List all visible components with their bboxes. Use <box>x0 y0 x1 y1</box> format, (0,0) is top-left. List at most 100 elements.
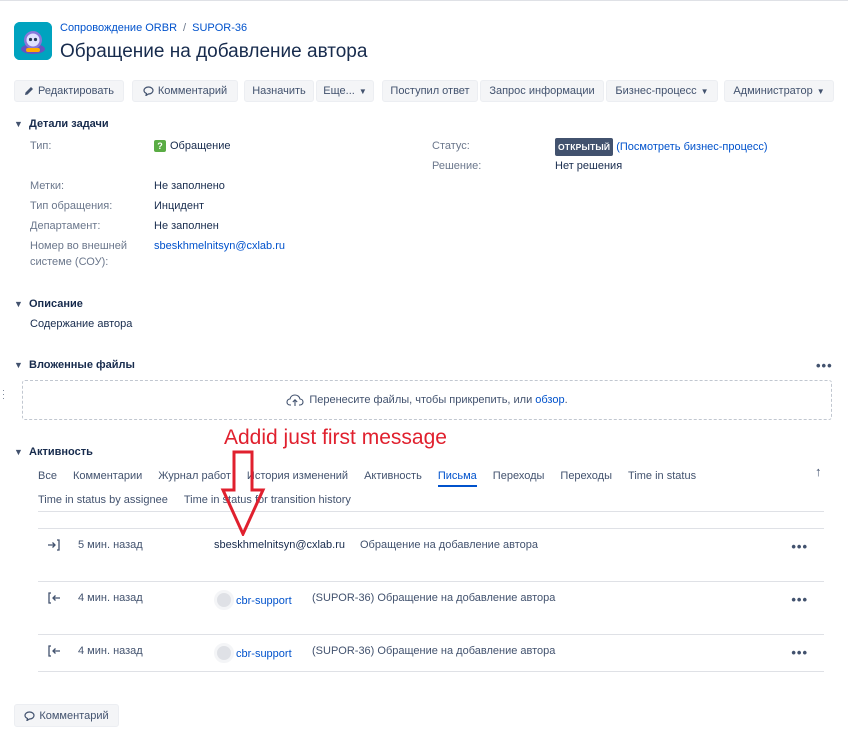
chevron-down-icon: ▼ <box>14 119 23 129</box>
email-more-button[interactable]: ••• <box>791 539 808 554</box>
labels-label: Метки: <box>30 180 65 192</box>
top-border <box>0 0 848 4</box>
activity-heading: Активность <box>29 446 93 458</box>
attachments-section-toggle[interactable]: ▼ Вложенные файлы <box>14 359 135 371</box>
activity-tabs: Все Комментарии Журнал работ История изм… <box>38 467 712 487</box>
attachments-more-button[interactable]: ••• <box>816 358 833 373</box>
tab-all[interactable]: Все <box>38 467 57 487</box>
email-time: 4 мин. назад <box>78 592 143 604</box>
description-section-toggle[interactable]: ▼ Описание <box>14 298 83 310</box>
edit-button[interactable]: Редактировать <box>14 80 124 102</box>
annotation-text: Addid just first message <box>224 426 447 449</box>
tab-time-in-status[interactable]: Time in status <box>628 467 696 487</box>
answer-received-button[interactable]: Поступил ответ <box>382 80 478 102</box>
email-row[interactable]: 5 мин. назад sbeskhmelnitsyn@cxlab.ru Об… <box>38 528 824 568</box>
description-text[interactable]: Содержание автора <box>30 316 132 332</box>
chevron-down-icon: ▼ <box>358 86 367 96</box>
answer-received-label: Поступил ответ <box>390 85 470 97</box>
status-value: ОТКРЫТЫЙ (Посмотреть бизнес-процесс) <box>555 138 768 156</box>
request-type-label: Тип обращения: <box>30 200 113 212</box>
tab-transitions-2[interactable]: Переходы <box>560 467 612 487</box>
email-more-button[interactable]: ••• <box>791 645 808 660</box>
status-label: Статус: <box>432 140 470 152</box>
tab-emails[interactable]: Письма <box>437 467 477 487</box>
attachments-heading: Вложенные файлы <box>29 359 135 371</box>
email-subject[interactable]: Обращение на добавление автора <box>360 539 538 551</box>
department-label: Департамент: <box>30 220 101 232</box>
bottom-comment-button[interactable]: Комментарий <box>14 704 119 727</box>
email-from: cbr-support <box>214 639 292 663</box>
comment-icon <box>143 86 154 96</box>
email-row[interactable]: 4 мин. назад cbr-support (SUPOR-36) Обра… <box>38 581 824 634</box>
email-subject[interactable]: (SUPOR-36) Обращение на добавление автор… <box>312 645 555 657</box>
comment-icon <box>24 710 35 721</box>
question-icon: ? <box>154 140 166 152</box>
info-request-label: Запрос информации <box>489 85 595 97</box>
breadcrumb-issue-link[interactable]: SUPOR-36 <box>192 22 247 34</box>
avatar <box>214 643 234 663</box>
type-label: Тип: <box>30 140 52 152</box>
chevron-down-icon: ▼ <box>14 447 23 457</box>
request-type-value: Инцидент <box>154 200 205 212</box>
chevron-down-icon: ▼ <box>14 299 23 309</box>
breadcrumb: Сопровождение ORBR / SUPOR-36 <box>60 22 247 34</box>
tab-comments[interactable]: Комментарии <box>73 467 142 487</box>
issue-header: Сопровождение ORBR / SUPOR-36 Обращение … <box>14 20 834 66</box>
activity-section-toggle[interactable]: ▼ Активность <box>14 446 93 458</box>
email-more-button[interactable]: ••• <box>791 592 808 607</box>
sort-arrow-up-icon[interactable]: ↑ <box>815 464 822 479</box>
description-heading: Описание <box>29 298 83 310</box>
browse-link[interactable]: обзор <box>535 394 564 406</box>
incoming-mail-icon <box>48 539 60 551</box>
tab-transitions-1[interactable]: Переходы <box>493 467 545 487</box>
assign-button[interactable]: Назначить <box>244 80 314 102</box>
annotation-arrow-icon <box>220 450 266 536</box>
more-dropdown-label: Еще... <box>323 85 355 97</box>
resolution-value: Нет решения <box>555 160 623 172</box>
tab-time-in-status-by-assignee[interactable]: Time in status by assignee <box>38 491 168 511</box>
dropzone-text: Перенесите файлы, чтобы прикрепить, или <box>309 394 533 406</box>
bottom-comment-label: Комментарий <box>39 709 109 722</box>
issue-toolbar: Редактировать Комментарий Назначить Еще.… <box>14 80 838 102</box>
department-value: Не заполнен <box>154 220 219 232</box>
breadcrumb-project-link[interactable]: Сопровождение ORBR <box>60 22 177 34</box>
chevron-down-icon: ▼ <box>700 86 709 96</box>
type-value: ? Обращение <box>154 138 230 154</box>
status-badge: ОТКРЫТЫЙ <box>555 138 614 156</box>
info-request-button[interactable]: Запрос информации <box>480 80 604 102</box>
attachment-dropzone[interactable]: Перенесите файлы, чтобы прикрепить, или … <box>22 380 832 420</box>
business-process-dropdown[interactable]: Бизнес-процесс ▼ <box>606 80 718 102</box>
email-time: 5 мин. назад <box>78 539 143 551</box>
email-row[interactable]: 4 мин. назад cbr-support (SUPOR-36) Обра… <box>38 634 824 672</box>
email-from-link[interactable]: cbr-support <box>236 595 292 607</box>
drag-handle[interactable]: · · · <box>2 386 5 403</box>
details-section-toggle[interactable]: ▼ Детали задачи <box>14 118 109 130</box>
more-dropdown[interactable]: Еще... ▼ <box>316 80 374 102</box>
assign-button-label: Назначить <box>252 85 306 97</box>
email-subject[interactable]: (SUPOR-36) Обращение на добавление автор… <box>312 592 555 604</box>
email-from: sbeskhmelnitsyn@cxlab.ru <box>214 539 345 551</box>
tab-activity[interactable]: Активность <box>364 467 422 487</box>
admin-dropdown[interactable]: Администратор ▼ <box>724 80 834 102</box>
cloud-upload-icon <box>286 394 304 406</box>
resolution-label: Решение: <box>432 160 482 172</box>
email-time: 4 мин. назад <box>78 645 143 657</box>
business-process-label: Бизнес-процесс <box>615 85 697 97</box>
outgoing-mail-icon <box>48 592 60 604</box>
email-from: cbr-support <box>214 586 292 610</box>
email-from-link[interactable]: cbr-support <box>236 648 292 660</box>
external-number-value[interactable]: sbeskhmelnitsyn@cxlab.ru <box>154 238 285 254</box>
robot-icon <box>14 22 52 60</box>
tab-time-in-status-transition-history[interactable]: Time in status for transition history <box>184 491 351 511</box>
comment-button[interactable]: Комментарий <box>132 80 238 102</box>
labels-value: Не заполнено <box>154 180 225 192</box>
avatar <box>214 590 234 610</box>
project-avatar[interactable] <box>14 22 52 60</box>
chevron-down-icon: ▼ <box>816 86 825 96</box>
view-workflow-link[interactable]: (Посмотреть бизнес-процесс) <box>616 139 767 155</box>
external-number-label-line2: системе (СОУ): <box>30 256 109 268</box>
outgoing-mail-icon <box>48 645 60 657</box>
edit-button-label: Редактировать <box>38 85 114 97</box>
chevron-down-icon: ▼ <box>14 360 23 370</box>
details-heading: Детали задачи <box>29 118 109 130</box>
